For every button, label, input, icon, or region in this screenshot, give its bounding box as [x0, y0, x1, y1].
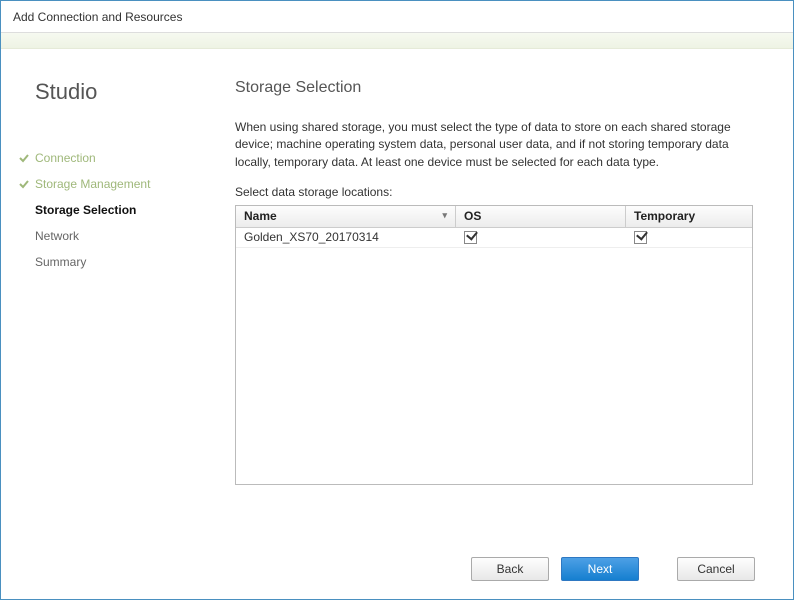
- column-label: OS: [464, 209, 481, 223]
- os-checkbox[interactable]: [464, 231, 477, 244]
- list-subtitle: Select data storage locations:: [235, 185, 753, 199]
- column-label: Temporary: [634, 209, 695, 223]
- next-button[interactable]: Next: [561, 557, 639, 581]
- step-connection[interactable]: Connection: [35, 145, 211, 171]
- step-label: Connection: [35, 151, 96, 165]
- step-label: Storage Selection: [35, 203, 136, 217]
- page-title: Storage Selection: [235, 79, 753, 97]
- cell-temporary: [626, 228, 752, 247]
- check-icon: [19, 178, 29, 192]
- cell-name: Golden_XS70_20170314: [236, 228, 456, 247]
- column-label: Name: [244, 209, 277, 223]
- cancel-button[interactable]: Cancel: [677, 557, 755, 581]
- content-area: Studio Connection Storage Management Sto…: [1, 49, 793, 539]
- step-storage-management[interactable]: Storage Management: [35, 171, 211, 197]
- temporary-checkbox[interactable]: [634, 231, 647, 244]
- brand-title: Studio: [35, 79, 211, 105]
- step-label: Network: [35, 229, 79, 243]
- back-button[interactable]: Back: [471, 557, 549, 581]
- brand-banner: [1, 33, 793, 49]
- step-label: Summary: [35, 255, 86, 269]
- wizard-footer: Back Next Cancel: [1, 539, 793, 599]
- column-temporary[interactable]: Temporary: [626, 206, 752, 227]
- table-row[interactable]: Golden_XS70_20170314: [236, 228, 752, 248]
- cell-os: [456, 228, 626, 247]
- column-name[interactable]: Name ▾: [236, 206, 456, 227]
- storage-list: Name ▾ OS Temporary Golden_XS70_20170314: [235, 205, 753, 485]
- description-text: When using shared storage, you must sele…: [235, 119, 753, 171]
- wizard-sidebar: Studio Connection Storage Management Sto…: [1, 49, 211, 539]
- column-os[interactable]: OS: [456, 206, 626, 227]
- wizard-steps: Connection Storage Management Storage Se…: [35, 145, 211, 275]
- step-storage-selection[interactable]: Storage Selection: [35, 197, 211, 223]
- sort-arrow-down-icon: ▾: [442, 210, 447, 221]
- window-title: Add Connection and Resources: [1, 1, 793, 33]
- check-icon: [19, 152, 29, 166]
- step-label: Storage Management: [35, 177, 150, 191]
- step-network[interactable]: Network: [35, 223, 211, 249]
- step-summary[interactable]: Summary: [35, 249, 211, 275]
- list-header: Name ▾ OS Temporary: [236, 206, 752, 228]
- main-panel: Storage Selection When using shared stor…: [211, 49, 793, 539]
